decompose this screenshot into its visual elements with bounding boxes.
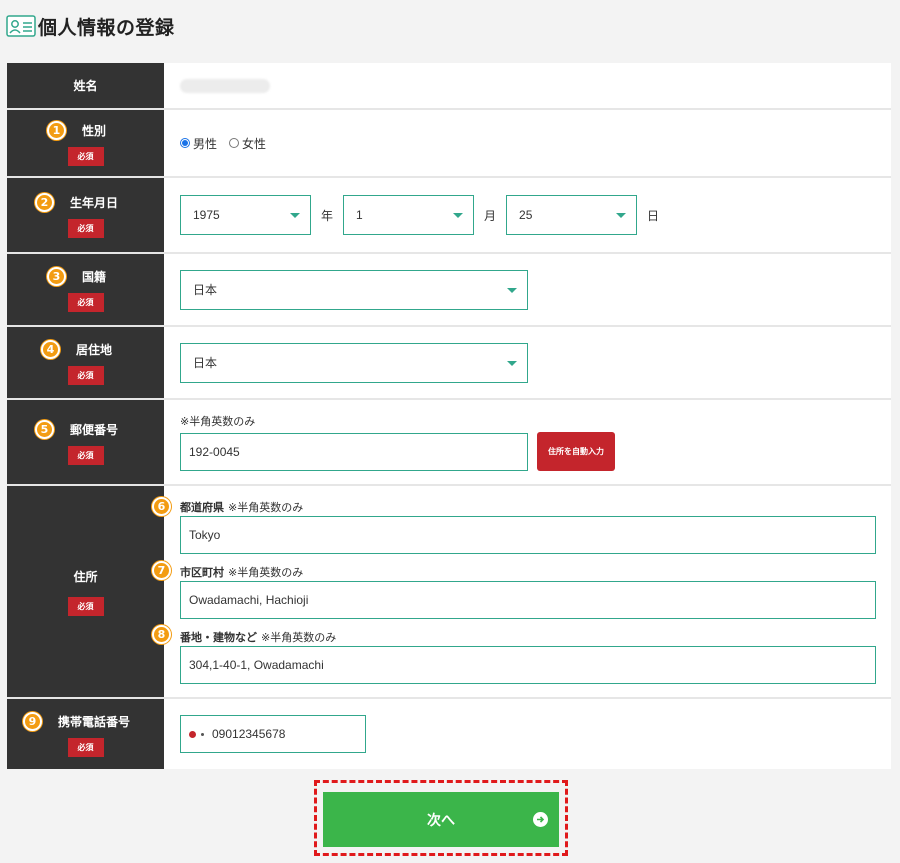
- step-badge-6: 6: [152, 497, 171, 516]
- required-badge: 必須: [67, 146, 104, 166]
- residence-label: 居住地: [75, 343, 112, 357]
- required-badge: 必須: [67, 218, 104, 238]
- registration-form: 姓名 1 性別 必須 男性 女性 2 生年月日 必須 1975 年 1 月 25 日: [7, 63, 891, 769]
- next-button[interactable]: 次へ: [323, 792, 559, 847]
- required-badge: 必須: [67, 366, 104, 385]
- caret-down-icon: [290, 213, 300, 218]
- japan-flag-icon[interactable]: [189, 730, 204, 738]
- phone-input[interactable]: 09012345678: [180, 715, 366, 753]
- required-badge: 必須: [67, 445, 104, 465]
- prefecture-hint: ※半角英数のみ: [228, 501, 304, 514]
- next-label: 次へ: [427, 812, 455, 829]
- prefecture-label: 都道府県: [180, 501, 224, 514]
- required-badge: 必須: [67, 737, 104, 757]
- step-badge-8: 8: [152, 625, 171, 644]
- required-badge: 必須: [67, 293, 104, 312]
- arrow-circle-right-icon: [533, 812, 548, 827]
- month-unit: 月: [484, 208, 497, 223]
- year-unit: 年: [321, 208, 334, 223]
- birth-day-select[interactable]: 25: [506, 195, 638, 235]
- gender-row: 1 性別 必須 男性 女性: [7, 110, 891, 178]
- step-badge-5: 5: [34, 419, 54, 439]
- radio-checked-icon: [180, 138, 190, 148]
- step-badge-7: 7: [152, 561, 171, 580]
- birth-year-select[interactable]: 1975: [180, 195, 311, 235]
- page-title: 個人情報の登録: [38, 16, 175, 39]
- caret-down-icon: [507, 360, 517, 366]
- postal-row: 5 郵便番号 必須 ※半角英数のみ 192-0045 住所を自動入力: [7, 400, 891, 486]
- step-badge-2: 2: [34, 192, 54, 212]
- street-hint: ※半角英数のみ: [261, 631, 337, 644]
- birthday-label: 生年月日: [69, 195, 118, 210]
- birthday-row: 2 生年月日 必須 1975 年 1 月 25 日: [7, 178, 891, 254]
- city-label: 市区町村: [180, 566, 224, 579]
- step-badge-4: 4: [40, 340, 60, 359]
- page-header: 個人情報の登録: [6, 12, 175, 40]
- caret-down-icon: [616, 213, 627, 218]
- postal-label: 郵便番号: [69, 422, 118, 437]
- step-badge-3: 3: [46, 267, 66, 286]
- residence-select[interactable]: 日本: [180, 342, 528, 383]
- next-button-highlight: 次へ: [314, 780, 568, 856]
- caret-down-icon: [507, 287, 517, 293]
- name-value-blurred: [180, 78, 270, 93]
- step-badge-9: 9: [22, 711, 42, 731]
- person-card-icon: [6, 15, 36, 37]
- nationality-row: 3 国籍 必須 日本: [7, 254, 891, 327]
- auto-fill-address-button[interactable]: 住所を自動入力: [537, 432, 615, 471]
- phone-row: 9 携帯電話番号 必須 09012345678: [7, 699, 891, 769]
- phone-value: 09012345678: [212, 727, 286, 741]
- city-hint: ※半角英数のみ: [228, 566, 304, 579]
- prefecture-input[interactable]: Tokyo: [180, 516, 876, 554]
- phone-label: 携帯電話番号: [57, 714, 130, 729]
- nationality-select[interactable]: 日本: [180, 269, 528, 310]
- postal-input[interactable]: 192-0045: [180, 432, 528, 471]
- name-label: 姓名: [73, 79, 98, 93]
- address-row: 住所 必須 6 都道府県 ※半角英数のみ Tokyo 7 市区町村 ※半角英数のみ …: [7, 486, 891, 699]
- step-badge-1: 1: [46, 120, 66, 140]
- gender-radio-female[interactable]: 女性: [229, 135, 266, 152]
- radio-unchecked-icon: [229, 138, 240, 148]
- postal-hint: ※半角英数のみ: [180, 415, 256, 428]
- birth-month-select[interactable]: 1: [343, 195, 475, 235]
- gender-label: 性別: [81, 123, 106, 138]
- day-unit: 日: [647, 208, 660, 223]
- required-badge: 必須: [67, 596, 104, 616]
- address-label: 住所: [73, 569, 98, 584]
- city-input[interactable]: Owadamachi, Hachioji: [180, 581, 876, 619]
- name-row: 姓名: [7, 63, 891, 110]
- nationality-label: 国籍: [81, 270, 106, 284]
- street-label: 番地・建物など: [180, 631, 257, 644]
- street-input[interactable]: 304,1-40-1, Owadamachi: [180, 646, 876, 684]
- residence-row: 4 居住地 必須 日本: [7, 327, 891, 400]
- caret-down-icon: [453, 213, 464, 218]
- gender-radio-male[interactable]: 男性: [180, 135, 217, 152]
